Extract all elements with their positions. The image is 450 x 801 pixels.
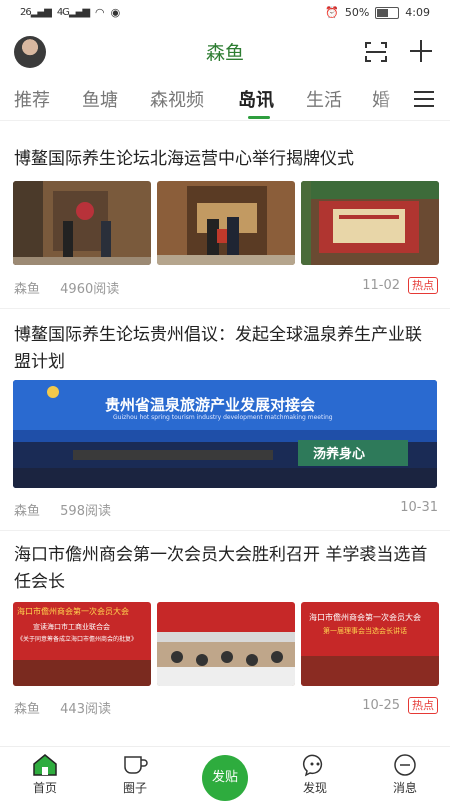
article-source: 森鱼: [14, 702, 41, 717]
image-caption-sub2: 《关于同意筹备成立海口市儋州商会的批复》: [17, 636, 138, 643]
image-slogan: 汤养身心: [313, 447, 366, 462]
article-date: 11-02: [362, 278, 400, 293]
nav-circle[interactable]: 圈子: [100, 753, 170, 796]
battery-icon: [375, 6, 400, 19]
article-source: 森鱼: [14, 282, 41, 297]
article-image: [157, 181, 295, 265]
cup-icon: [124, 756, 148, 774]
image-caption-sub: 宣读海口市工商业联合会: [33, 623, 110, 631]
article-meta: 森鱼 598阅读 10-31: [14, 500, 438, 519]
image-caption: 海口市儋州商会第一次会员大会: [17, 607, 129, 616]
tab-fade: [376, 80, 416, 118]
top-bar: 森鱼: [0, 26, 450, 76]
article-date: 10-31: [400, 500, 438, 515]
hot-badge: 热点: [408, 277, 438, 294]
article-reads: 443阅读: [60, 702, 111, 717]
eye-icon: ◉: [110, 6, 121, 19]
nav-discover[interactable]: 发现: [280, 753, 350, 796]
article-meta: 森鱼 4960阅读 11-02 热点: [14, 277, 438, 297]
image-row: [13, 181, 439, 265]
alarm-icon: ⏰: [325, 6, 339, 19]
article-image: 贵州省温泉旅游产业发展对接会 Guizhou hot spring touris…: [13, 380, 437, 488]
article-image: [157, 602, 295, 686]
nav-home-label: 首页: [32, 781, 57, 795]
article-date: 10-25: [362, 698, 400, 713]
image-caption: 贵州省温泉旅游产业发展对接会: [105, 396, 316, 414]
tab-fish-pond[interactable]: 鱼塘: [82, 86, 118, 112]
signal-icon: 26▂▄▆: [20, 7, 52, 18]
divider: [0, 530, 450, 531]
signal-icon-2: 4G▂▄▆: [56, 7, 90, 18]
nav-messages-label: 消息: [392, 781, 417, 795]
article-source: 森鱼: [14, 504, 41, 519]
nav-messages[interactable]: 消息: [370, 753, 440, 796]
home-icon: [33, 754, 57, 776]
tab-recommend[interactable]: 推荐: [14, 86, 50, 112]
tab-video[interactable]: 森视频: [150, 86, 204, 112]
tab-island-news[interactable]: 岛讯: [238, 86, 274, 112]
active-tab-indicator: [248, 116, 270, 119]
bottom-nav: 首页 圈子 发贴 发现 消息: [0, 746, 450, 801]
battery-percent: 50%: [344, 6, 370, 19]
nav-circle-label: 圈子: [122, 781, 147, 795]
image-caption: 海口市儋州商会第一次会员大会: [309, 613, 421, 622]
image-row: 海口市儋州商会第一次会员大会 宣读海口市工商业联合会 《关于同意筹备成立海口市儋…: [13, 602, 439, 686]
image-caption-sub: 第一届理事会当选会长讲话: [323, 627, 407, 635]
article-title[interactable]: 博鳌国际养生论坛贵州倡议：发起全球温泉养生产业联盟计划: [14, 322, 438, 376]
plus-icon[interactable]: [408, 38, 434, 64]
nav-discover-label: 发现: [302, 781, 327, 795]
article-reads: 4960阅读: [60, 282, 120, 297]
article-image: [301, 181, 439, 265]
article-image: 海口市儋州商会第一次会员大会 宣读海口市工商业联合会 《关于同意筹备成立海口市儋…: [13, 602, 151, 686]
image-caption-sub: Guizhou hot spring tourism industry deve…: [113, 414, 333, 421]
tab-life[interactable]: 生活: [306, 86, 342, 112]
article-title[interactable]: 海口市儋州商会第一次会员大会胜利召开 羊学裘当选首任会长: [14, 542, 438, 596]
article-image: 海口市儋州商会第一次会员大会 第一届理事会当选会长讲话: [301, 602, 439, 686]
article-image: [13, 181, 151, 265]
wifi-icon: ◠: [95, 6, 105, 19]
hot-badge: 热点: [408, 697, 438, 714]
divider: [0, 308, 450, 309]
menu-icon[interactable]: [414, 90, 434, 108]
nav-home[interactable]: 首页: [10, 753, 80, 796]
discover-icon: [302, 754, 323, 777]
channel-tabs: 推荐 鱼塘 森视频 岛讯 生活 婚: [0, 80, 450, 121]
post-button[interactable]: 发贴: [202, 755, 248, 801]
article-reads: 598阅读: [60, 504, 111, 519]
scan-icon[interactable]: [364, 40, 388, 64]
clock: 4:09: [405, 6, 430, 19]
status-bar: 26▂▄▆ 4G▂▄▆ ◠ ◉ ⏰ 50% 4:09: [0, 0, 450, 26]
message-icon: [394, 754, 416, 776]
article-title[interactable]: 博鳌国际养生论坛北海运营中心举行揭牌仪式: [14, 146, 438, 173]
article-meta: 森鱼 443阅读 10-25 热点: [14, 697, 438, 717]
